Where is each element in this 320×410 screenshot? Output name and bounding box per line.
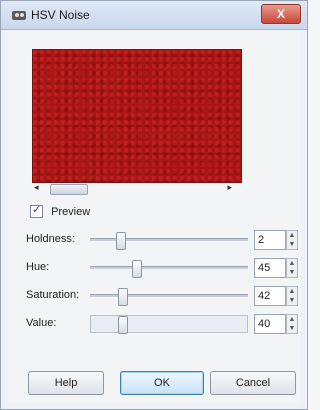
hue-spinner[interactable]: ▲ ▼	[286, 258, 298, 278]
preview-scrollbar[interactable]: ◂ ▸	[32, 182, 240, 195]
title-bar: HSV Noise X	[1, 1, 307, 30]
holdness-slider[interactable]	[90, 238, 248, 241]
holdness-label: Holdness:	[26, 233, 75, 245]
help-button[interactable]: Help	[28, 371, 104, 395]
hue-slider[interactable]	[90, 266, 248, 269]
hue-input[interactable]: 45	[254, 258, 286, 278]
value-spinner[interactable]: ▲ ▼	[286, 314, 298, 334]
scroll-thumb[interactable]	[50, 184, 88, 195]
hue-row: Hue: 45 ▲ ▼	[26, 257, 298, 279]
value-label: Value:	[26, 317, 57, 329]
window-title: HSV Noise	[31, 8, 90, 22]
holdness-slider-handle[interactable]	[116, 232, 126, 250]
saturation-spinner[interactable]: ▲ ▼	[286, 286, 298, 306]
scroll-left-icon[interactable]: ◂	[34, 182, 39, 193]
holdness-input[interactable]: 2	[254, 230, 286, 250]
hue-slider-handle[interactable]	[132, 260, 142, 278]
holdness-row: Holdness: 2 ▲ ▼	[26, 229, 298, 251]
saturation-slider-handle[interactable]	[118, 288, 128, 306]
preview-toggle[interactable]: Preview	[30, 203, 91, 218]
dialog-body: ◂ ▸ Preview Holdness: 2 ▲▼ Hue: 45 ▲▼ Sa…	[8, 31, 300, 403]
cancel-button[interactable]: Cancel	[210, 371, 296, 395]
saturation-input[interactable]: 42	[254, 286, 286, 306]
value-row: Value: 40 ▲ ▼	[26, 313, 298, 335]
ok-button[interactable]: OK	[120, 371, 204, 395]
saturation-label: Saturation:	[26, 289, 80, 301]
close-button[interactable]: X	[261, 4, 301, 24]
preview-label: Preview	[51, 205, 91, 218]
value-input[interactable]: 40	[254, 314, 286, 334]
saturation-row: Saturation: 42 ▲ ▼	[26, 285, 298, 307]
saturation-slider[interactable]	[90, 294, 248, 297]
preview-checkbox[interactable]	[30, 203, 43, 218]
value-slider-handle[interactable]	[118, 316, 128, 334]
gimp-app-icon	[12, 11, 26, 20]
preview-image	[32, 49, 242, 183]
hsv-noise-dialog: HSV Noise X ◂ ▸ Preview Holdness: 2 ▲▼ H…	[0, 0, 308, 410]
value-slider[interactable]	[90, 315, 248, 333]
holdness-spinner[interactable]: ▲ ▼	[286, 230, 298, 250]
scroll-right-icon[interactable]: ▸	[227, 182, 232, 193]
hue-label: Hue:	[26, 261, 50, 273]
